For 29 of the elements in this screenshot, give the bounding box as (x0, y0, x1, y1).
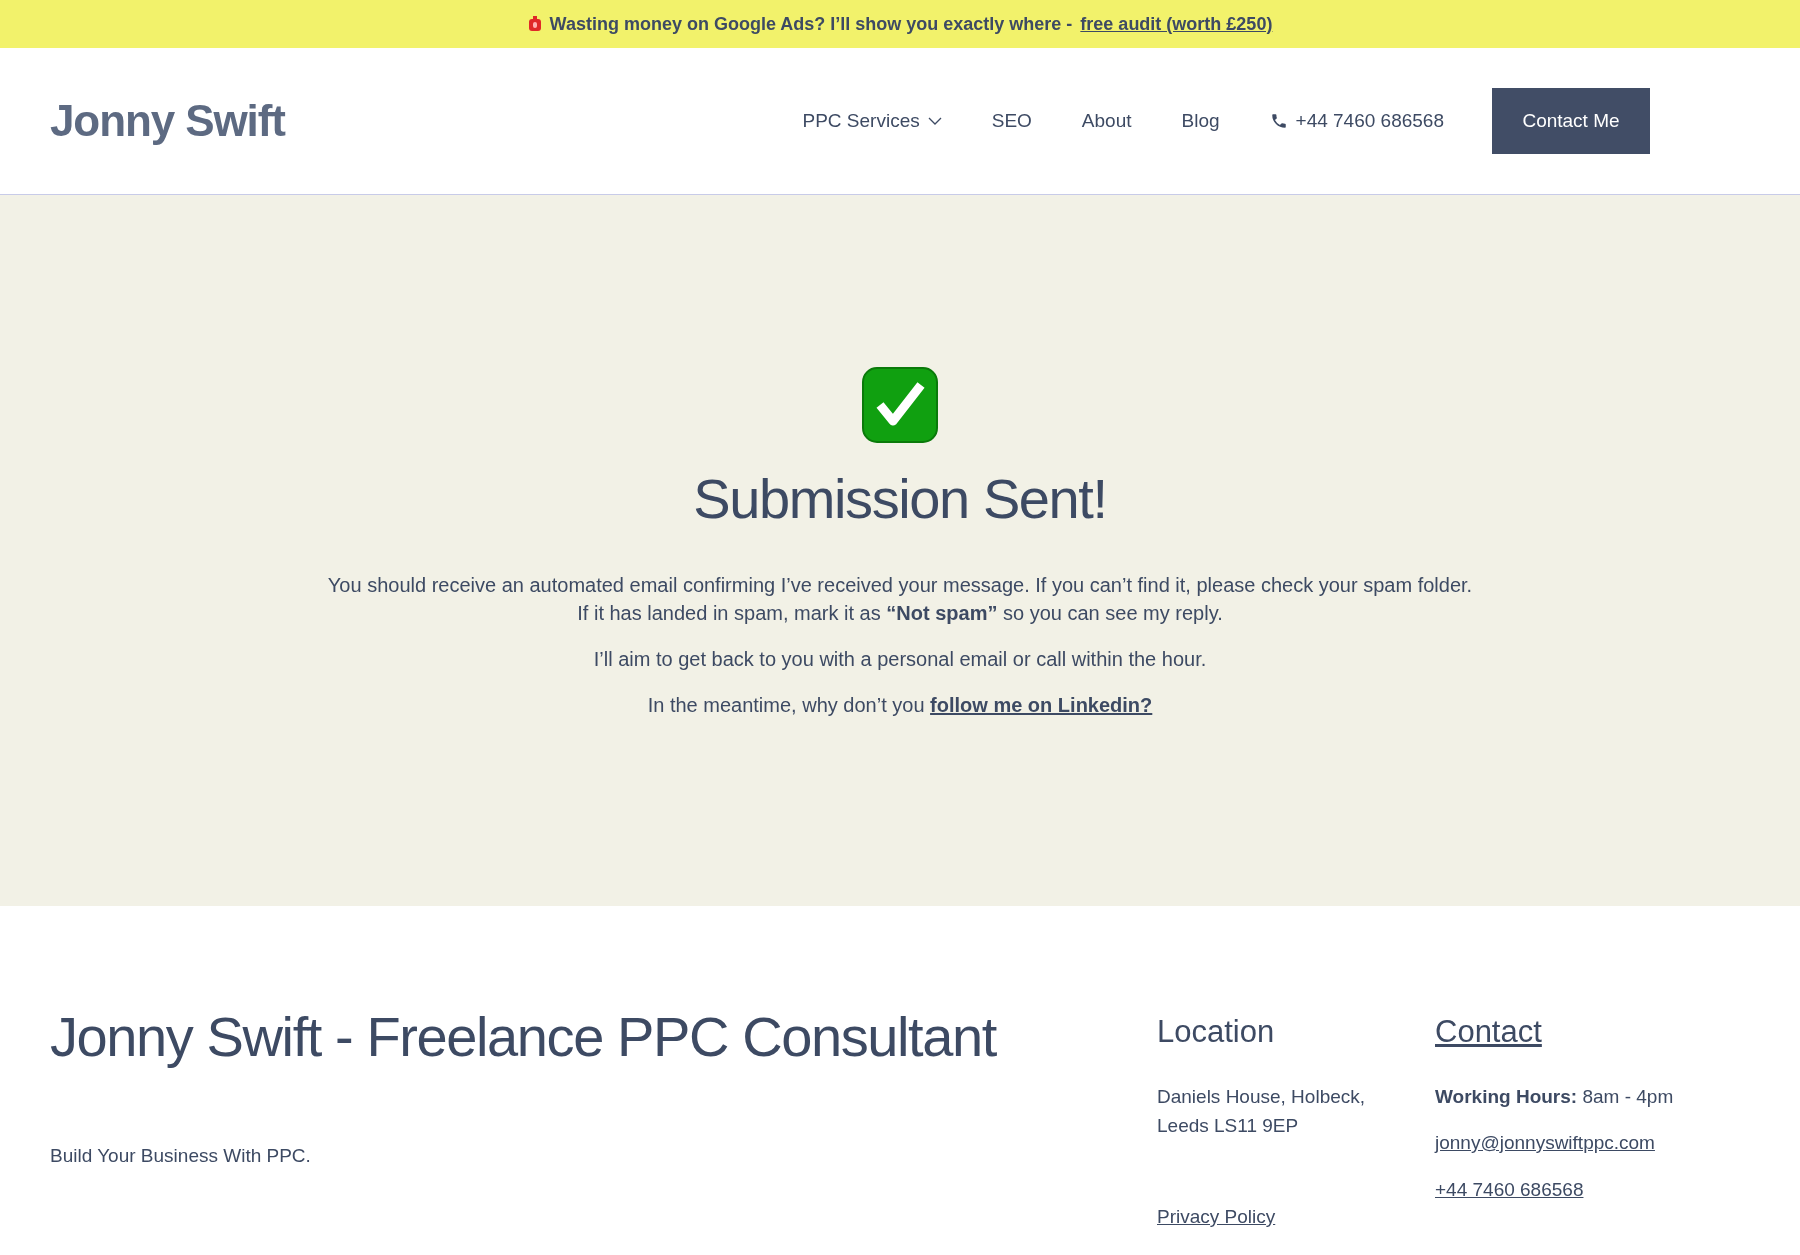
address-line: Leeds LS11 9EP (1157, 1114, 1300, 1138)
tagline: Build Your Business With PPC. (50, 1144, 312, 1168)
logo[interactable]: Jonny Swift (50, 88, 285, 154)
contact-button[interactable]: Contact Me (1492, 88, 1650, 154)
email-link[interactable]: jonny@jonnyswiftppc.com (1435, 1129, 1674, 1158)
working-hours: Working Hours: 8am - 4pm (1435, 1085, 1674, 1109)
nav-link[interactable]: Blog (1181, 106, 1220, 136)
message-text: In the meantime, why don’t you (647, 694, 925, 716)
audit-link[interactable]: free audit (worth £250) (1080, 10, 1273, 38)
privacy-link[interactable]: Privacy Policy (1157, 1203, 1435, 1232)
check-mark-icon (862, 367, 938, 443)
nav-link[interactable]: PPC Services (802, 106, 942, 136)
linkedin-link[interactable]: follow me on Linkedin? (930, 694, 1153, 716)
nav-link[interactable]: About (1081, 106, 1132, 136)
location-heading: Location (1157, 1013, 1276, 1051)
phone-link[interactable]: +44 7460 686568 (1435, 1175, 1674, 1204)
message-text: If it has landed in spam, mark it as “Not spam” so you can see my reply. (577, 601, 1223, 626)
address-line: Daniels House, Holbeck, (1157, 1085, 1367, 1109)
banner-text: Wasting money on Google Ads? I’ll show you exactly where - (549, 12, 1073, 36)
nav-link[interactable]: SEO (991, 106, 1032, 136)
siren-icon (527, 16, 542, 32)
chevron-down-icon (927, 117, 942, 125)
footer-title: Jonny Swift - Freelance PPC Consultant (50, 1004, 998, 1070)
contact-heading[interactable]: Contact (1435, 1012, 1674, 1052)
message-text: I’ll aim to get back to you with a personal email or call within the hour. (593, 647, 1207, 672)
page-title: Submission Sent! (693, 466, 1107, 532)
phone-icon (1269, 112, 1288, 130)
phone-link[interactable]: +44 7460 686568 (1269, 106, 1444, 136)
message-text: You should receive an automated email confirming I’ve received your message. If you can’t find it, please check your spam folder. (327, 573, 1473, 598)
